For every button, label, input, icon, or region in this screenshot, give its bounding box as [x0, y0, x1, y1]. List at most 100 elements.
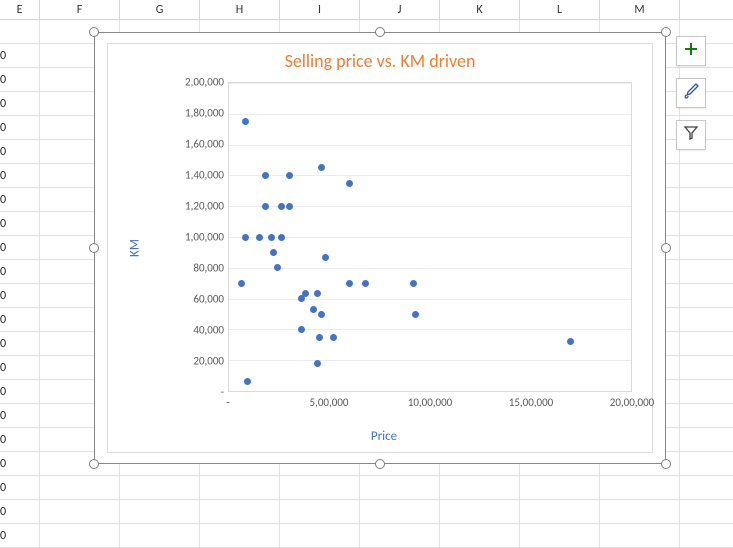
cell[interactable] — [200, 524, 280, 547]
cell[interactable] — [600, 476, 680, 499]
data-point[interactable] — [567, 338, 574, 345]
cell[interactable] — [520, 476, 600, 499]
cell[interactable]: 0 — [0, 68, 40, 91]
data-point[interactable] — [346, 280, 353, 287]
y-axis-title[interactable]: KM — [127, 239, 142, 257]
data-point[interactable] — [278, 203, 285, 210]
cell[interactable]: 0 — [0, 236, 40, 259]
cell[interactable] — [600, 500, 680, 523]
data-point[interactable] — [268, 234, 275, 241]
grid-row[interactable]: 0 — [0, 500, 733, 524]
column-header[interactable]: I — [280, 0, 360, 19]
cell[interactable]: 0 — [0, 260, 40, 283]
cell[interactable]: 0 — [0, 116, 40, 139]
data-point[interactable] — [274, 264, 281, 271]
data-point[interactable] — [310, 306, 317, 313]
data-point[interactable] — [314, 360, 321, 367]
column-header[interactable]: G — [120, 0, 200, 19]
chart-styles-button[interactable] — [676, 78, 706, 108]
resize-handle-top-right[interactable] — [661, 27, 671, 37]
resize-handle-mid-right[interactable] — [661, 243, 671, 253]
data-point[interactable] — [238, 280, 245, 287]
cell[interactable] — [120, 500, 200, 523]
cell[interactable]: 0 — [0, 452, 40, 475]
cell[interactable] — [520, 524, 600, 547]
cell[interactable] — [360, 524, 440, 547]
cell[interactable] — [360, 476, 440, 499]
data-point[interactable] — [278, 234, 285, 241]
chart-filters-button[interactable] — [676, 120, 706, 150]
resize-handle-top-mid[interactable] — [375, 27, 385, 37]
data-point[interactable] — [318, 311, 325, 318]
data-point[interactable] — [286, 203, 293, 210]
data-point[interactable] — [242, 118, 249, 125]
chart-elements-button[interactable] — [676, 36, 706, 66]
resize-handle-bot-mid[interactable] — [375, 459, 385, 469]
grid-row[interactable]: 0 — [0, 524, 733, 548]
data-point[interactable] — [330, 334, 337, 341]
column-header[interactable]: F — [40, 0, 120, 19]
cell[interactable]: 0 — [0, 332, 40, 355]
cell[interactable] — [280, 524, 360, 547]
cell[interactable]: 0 — [0, 212, 40, 235]
data-point[interactable] — [262, 172, 269, 179]
cell[interactable]: 0 — [0, 308, 40, 331]
cell[interactable]: 0 — [0, 140, 40, 163]
cell[interactable]: 0 — [0, 92, 40, 115]
data-point[interactable] — [410, 280, 417, 287]
cell[interactable] — [120, 524, 200, 547]
cell[interactable] — [280, 500, 360, 523]
plot-area[interactable] — [228, 82, 632, 392]
chart-area[interactable]: Selling price vs. KM driven KM -20,00040… — [107, 43, 653, 453]
column-header[interactable]: H — [200, 0, 280, 19]
data-point[interactable] — [286, 172, 293, 179]
data-point[interactable] — [262, 203, 269, 210]
cell[interactable] — [440, 476, 520, 499]
cell[interactable] — [600, 524, 680, 547]
chart-object[interactable]: Selling price vs. KM driven KM -20,00040… — [94, 32, 666, 464]
cell[interactable] — [360, 500, 440, 523]
resize-handle-top-left[interactable] — [89, 27, 99, 37]
data-point[interactable] — [362, 280, 369, 287]
column-header[interactable]: M — [600, 0, 680, 19]
cell[interactable] — [0, 20, 40, 43]
data-point[interactable] — [298, 295, 305, 302]
x-axis-title[interactable]: Price — [128, 429, 640, 444]
data-point[interactable] — [244, 378, 251, 385]
data-point[interactable] — [242, 234, 249, 241]
column-header[interactable]: L — [520, 0, 600, 19]
cell[interactable]: 0 — [0, 164, 40, 187]
cell[interactable] — [40, 476, 120, 499]
cell[interactable]: 0 — [0, 284, 40, 307]
cell[interactable]: 0 — [0, 500, 40, 523]
cell[interactable]: 0 — [0, 356, 40, 379]
cell[interactable]: 0 — [0, 188, 40, 211]
grid-row[interactable]: 0 — [0, 476, 733, 500]
cell[interactable]: 0 — [0, 44, 40, 67]
cell[interactable] — [120, 476, 200, 499]
resize-handle-bot-left[interactable] — [89, 459, 99, 469]
data-point[interactable] — [316, 334, 323, 341]
cell[interactable] — [40, 500, 120, 523]
data-point[interactable] — [322, 254, 329, 261]
data-point[interactable] — [346, 180, 353, 187]
data-point[interactable] — [270, 249, 277, 256]
column-header[interactable]: E — [0, 0, 40, 19]
resize-handle-bot-right[interactable] — [661, 459, 671, 469]
data-point[interactable] — [256, 234, 263, 241]
column-header[interactable]: J — [360, 0, 440, 19]
cell[interactable]: 0 — [0, 404, 40, 427]
cell[interactable] — [280, 476, 360, 499]
data-point[interactable] — [318, 164, 325, 171]
cell[interactable]: 0 — [0, 380, 40, 403]
cell[interactable] — [200, 476, 280, 499]
cell[interactable]: 0 — [0, 524, 40, 547]
cell[interactable] — [440, 524, 520, 547]
cell[interactable] — [520, 500, 600, 523]
cell[interactable] — [40, 524, 120, 547]
data-point[interactable] — [412, 311, 419, 318]
cell[interactable] — [440, 500, 520, 523]
column-header[interactable]: K — [440, 0, 520, 19]
cell[interactable]: 0 — [0, 428, 40, 451]
data-point[interactable] — [314, 290, 321, 297]
